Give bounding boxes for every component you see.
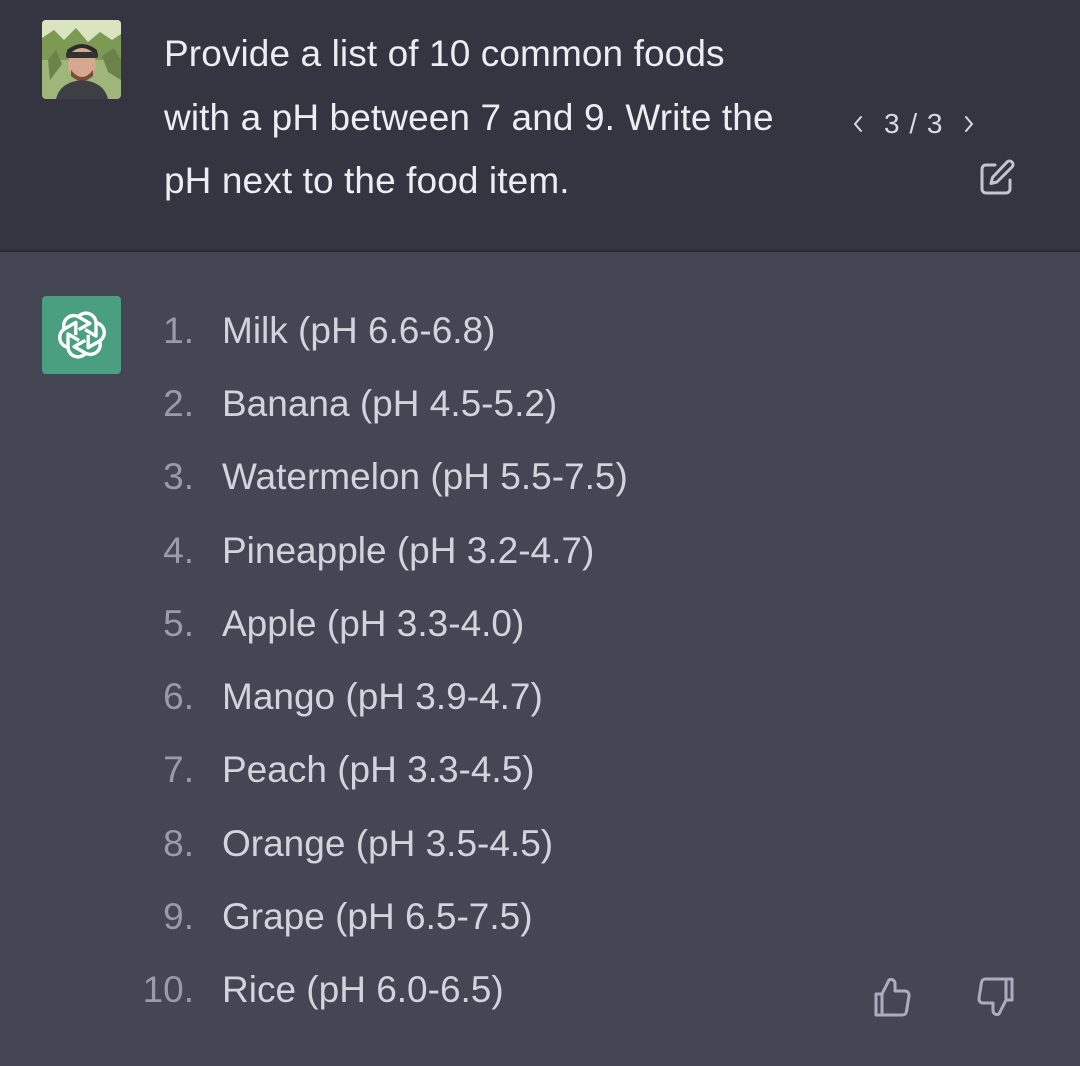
list-item-text: Mango (pH 3.9-4.7) xyxy=(222,676,543,718)
thumbs-down-icon xyxy=(977,977,1014,1016)
list-item-text: Watermelon (pH 5.5-7.5) xyxy=(222,456,628,498)
list-item-number: 9. xyxy=(163,896,194,938)
list-item: 9. Grape (pH 6.5-7.5) xyxy=(0,880,1080,953)
list-item-number: 5. xyxy=(163,602,194,644)
list-item-number: 4. xyxy=(163,529,194,571)
chat-page: Provide a list of 10 common foods with a… xyxy=(0,0,1080,1066)
pager-count: 3 / 3 xyxy=(884,108,944,139)
list-item: 6. Mango (pH 3.9-4.7) xyxy=(0,660,1080,733)
chevron-right-icon[interactable] xyxy=(957,104,981,144)
list-item-number: 1. xyxy=(163,309,194,351)
assistant-message: 1. Milk (pH 6.6-6.8) 2. Banana (pH 4.5-5… xyxy=(0,252,1080,1066)
user-message: Provide a list of 10 common foods with a… xyxy=(0,0,1080,252)
user-avatar xyxy=(42,20,121,99)
thumbs-down-button[interactable] xyxy=(974,975,1018,1019)
list-item: 8. Orange (pH 3.5-4.5) xyxy=(0,807,1080,880)
list-item: 3. Watermelon (pH 5.5-7.5) xyxy=(0,441,1080,514)
user-prompt-line-3: pH next to the food item. xyxy=(164,160,570,201)
list-item-text: Rice (pH 6.0-6.5) xyxy=(222,969,504,1011)
list-item: 4. Pineapple (pH 3.2-4.7) xyxy=(0,514,1080,587)
answer-list: 1. Milk (pH 6.6-6.8) 2. Banana (pH 4.5-5… xyxy=(0,294,1080,1027)
list-item-number: 7. xyxy=(163,749,194,791)
user-prompt-line-1: Provide a list of 10 common foods xyxy=(164,33,725,74)
user-avatar-photo-icon xyxy=(42,20,121,99)
user-prompt-line-2: with a pH between 7 and 9. Write the xyxy=(164,96,774,138)
list-item: 10. Rice (pH 6.0-6.5) xyxy=(0,954,1080,1027)
thumbs-up-button[interactable] xyxy=(870,975,914,1019)
response-pager: 3 / 3 xyxy=(846,104,981,144)
list-item-number: 3. xyxy=(163,456,194,498)
chevron-left-icon[interactable] xyxy=(846,104,870,144)
list-item-number: 10. xyxy=(142,969,194,1011)
edit-icon[interactable] xyxy=(976,157,1018,199)
list-item-text: Banana (pH 4.5-5.2) xyxy=(222,382,558,424)
list-item-number: 2. xyxy=(163,382,194,424)
list-item-text: Apple (pH 3.3-4.0) xyxy=(222,602,525,644)
list-item: 5. Apple (pH 3.3-4.0) xyxy=(0,587,1080,660)
user-prompt-text: Provide a list of 10 common foods with a… xyxy=(164,22,854,213)
list-item-text: Orange (pH 3.5-4.5) xyxy=(222,822,554,864)
list-item-text: Pineapple (pH 3.2-4.7) xyxy=(222,529,595,571)
list-item: 1. Milk (pH 6.6-6.8) xyxy=(0,294,1080,367)
list-item-number: 8. xyxy=(163,822,194,864)
list-item-text: Peach (pH 3.3-4.5) xyxy=(222,749,535,791)
list-item-number: 6. xyxy=(163,676,194,718)
list-item-text: Milk (pH 6.6-6.8) xyxy=(222,309,496,351)
thumbs-up-icon xyxy=(874,978,911,1017)
list-item: 2. Banana (pH 4.5-5.2) xyxy=(0,367,1080,440)
list-item: 7. Peach (pH 3.3-4.5) xyxy=(0,734,1080,807)
list-item-text: Grape (pH 6.5-7.5) xyxy=(222,896,533,938)
